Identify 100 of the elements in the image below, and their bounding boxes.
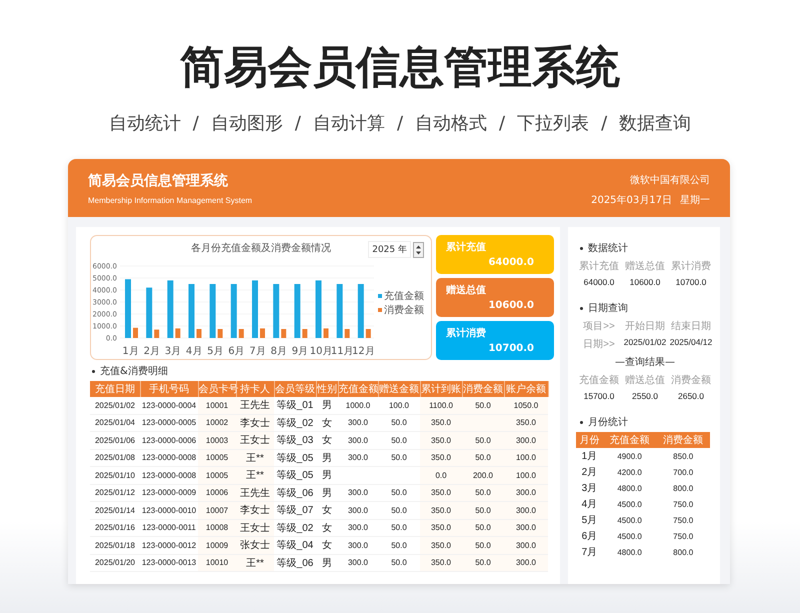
chart-bar — [273, 284, 280, 338]
table-cell: 300.0 — [348, 418, 368, 428]
legend-label: 充值金额 — [384, 291, 424, 302]
table-cell: 女 — [322, 435, 332, 446]
table-cell: 男 — [322, 558, 332, 569]
table-cell: 男 — [322, 470, 332, 482]
table-cell: 350.0 — [430, 488, 452, 498]
table-cell: 等级_05 — [276, 452, 314, 464]
separator: / — [601, 112, 608, 136]
kpi-label: 累计消费 — [446, 326, 487, 340]
table-cell: 2025/01/20 — [94, 558, 136, 568]
table-cell: 50.0 — [391, 453, 407, 462]
table-cell: 50.0 — [475, 436, 491, 445]
chart-bar — [260, 328, 265, 338]
table-cell: 50.0 — [475, 453, 491, 462]
column-header: 累计到账 — [420, 381, 462, 397]
bullet-icon — [92, 370, 95, 372]
table-cell: 750.0 — [673, 516, 694, 524]
table-cell: 800.0 — [673, 548, 694, 556]
app-subtitle: Membership Information Management System — [88, 196, 252, 205]
table-cell: 1月 — [582, 451, 598, 462]
table-cell: 123-0000-0009 — [142, 488, 196, 498]
feature-label: 数据查询 — [619, 112, 692, 136]
separator: / — [192, 112, 199, 136]
table-cell: 2025/01/12 — [94, 488, 136, 498]
x-tick-label: 1月 — [122, 346, 139, 357]
chart-bar — [188, 284, 194, 338]
chart-bar — [230, 284, 237, 338]
stat-value: 10600.0 — [628, 277, 662, 287]
table-cell: 王女士 — [240, 522, 270, 534]
chart-bar — [218, 329, 223, 338]
table-cell: 123-0000-0006 — [142, 436, 196, 445]
table-cell: 50.0 — [475, 540, 491, 550]
column-header: 会员卡号 — [198, 381, 236, 397]
kpi-value: 10600.0 — [487, 300, 534, 311]
end-date[interactable]: 2025/04/12 — [668, 337, 714, 351]
query-label: 开始日期 — [624, 320, 666, 333]
result-value: 2650.0 — [677, 391, 705, 401]
table-cell: 100.0 — [516, 453, 536, 462]
table-cell: 王先生 — [240, 488, 270, 499]
table-cell: 123-0000-0008 — [142, 470, 196, 480]
table-cell: 123-0000-0005 — [142, 418, 196, 428]
table-cell: 300.0 — [348, 558, 368, 568]
result-value: 15700.0 — [582, 391, 616, 401]
column-header: 赠送金额 — [378, 381, 420, 397]
table-cell: 2025/01/16 — [94, 523, 136, 532]
table-cell: 300.0 — [516, 488, 536, 498]
result-label: 消费金额 — [670, 374, 712, 387]
stat-value: 10700.0 — [674, 277, 708, 287]
year-field[interactable]: 2025 年 — [368, 241, 411, 258]
table-cell: 300.0 — [348, 453, 368, 462]
table-cell: 300.0 — [516, 436, 536, 445]
table-cell: 女 — [322, 418, 332, 429]
x-tick-label: 3月 — [164, 346, 182, 357]
table-cell: 350.0 — [430, 540, 452, 550]
table-cell: 王** — [246, 558, 264, 569]
table-cell: 300.0 — [348, 506, 368, 515]
table-cell: 王女士 — [240, 435, 270, 446]
table-cell: 女 — [322, 540, 332, 552]
query-label: 结束日期 — [670, 320, 712, 333]
table-cell: 7月 — [582, 547, 598, 558]
table-cell: 300.0 — [516, 506, 536, 515]
table-cell: 300.0 — [516, 558, 536, 568]
start-date[interactable]: 2025/01/02 — [622, 337, 668, 351]
table-cell: 50.0 — [391, 506, 407, 515]
x-tick-label: 11月 — [330, 346, 354, 357]
chart-bar — [252, 280, 258, 338]
table-cell: 300.0 — [516, 540, 536, 550]
table-cell: 100.0 — [388, 400, 410, 410]
table-cell: 123-0000-0004 — [142, 400, 196, 410]
column-header: 账户余额 — [504, 381, 548, 397]
x-tick-label: 7月 — [249, 346, 266, 357]
chart-title: 各月份充值金额及消费金额情况 — [191, 242, 331, 255]
table-cell: 3月 — [582, 483, 598, 494]
table-cell: 2025/01/10 — [94, 470, 136, 480]
table-cell: 4800.0 — [617, 484, 642, 492]
table-cell: 等级_06 — [276, 558, 314, 569]
section-heading: 月份统计 — [588, 416, 628, 429]
table-cell: 123-0000-0008 — [142, 453, 196, 462]
legend-swatch — [378, 294, 382, 298]
table-cell: 1100.0 — [429, 400, 453, 410]
section-heading: 日期查询 — [588, 302, 628, 315]
table-cell: 750.0 — [673, 500, 694, 508]
kpi-label: 赠送总值 — [446, 284, 487, 297]
feature-label: 自动格式 — [415, 112, 488, 136]
stat-label: 累计消费 — [670, 260, 712, 273]
column-header: 会员等级 — [274, 381, 316, 397]
table-cell: 300.0 — [348, 436, 368, 445]
table-cell: 李女士 — [240, 418, 270, 429]
result-title: —查询结果— — [615, 357, 675, 368]
table-cell: 300.0 — [348, 540, 368, 550]
table-cell: 10010 — [206, 558, 228, 568]
spinner-icon[interactable] — [413, 242, 424, 258]
separator: / — [294, 112, 301, 136]
table-cell: 等级_07 — [276, 505, 314, 516]
table-cell: 350.0 — [430, 418, 452, 428]
chart-bar — [210, 284, 216, 338]
table-cell: 李女士 — [240, 505, 270, 516]
query-label: 日期>> — [582, 338, 616, 351]
weekday-text: 星期一 — [680, 194, 710, 207]
